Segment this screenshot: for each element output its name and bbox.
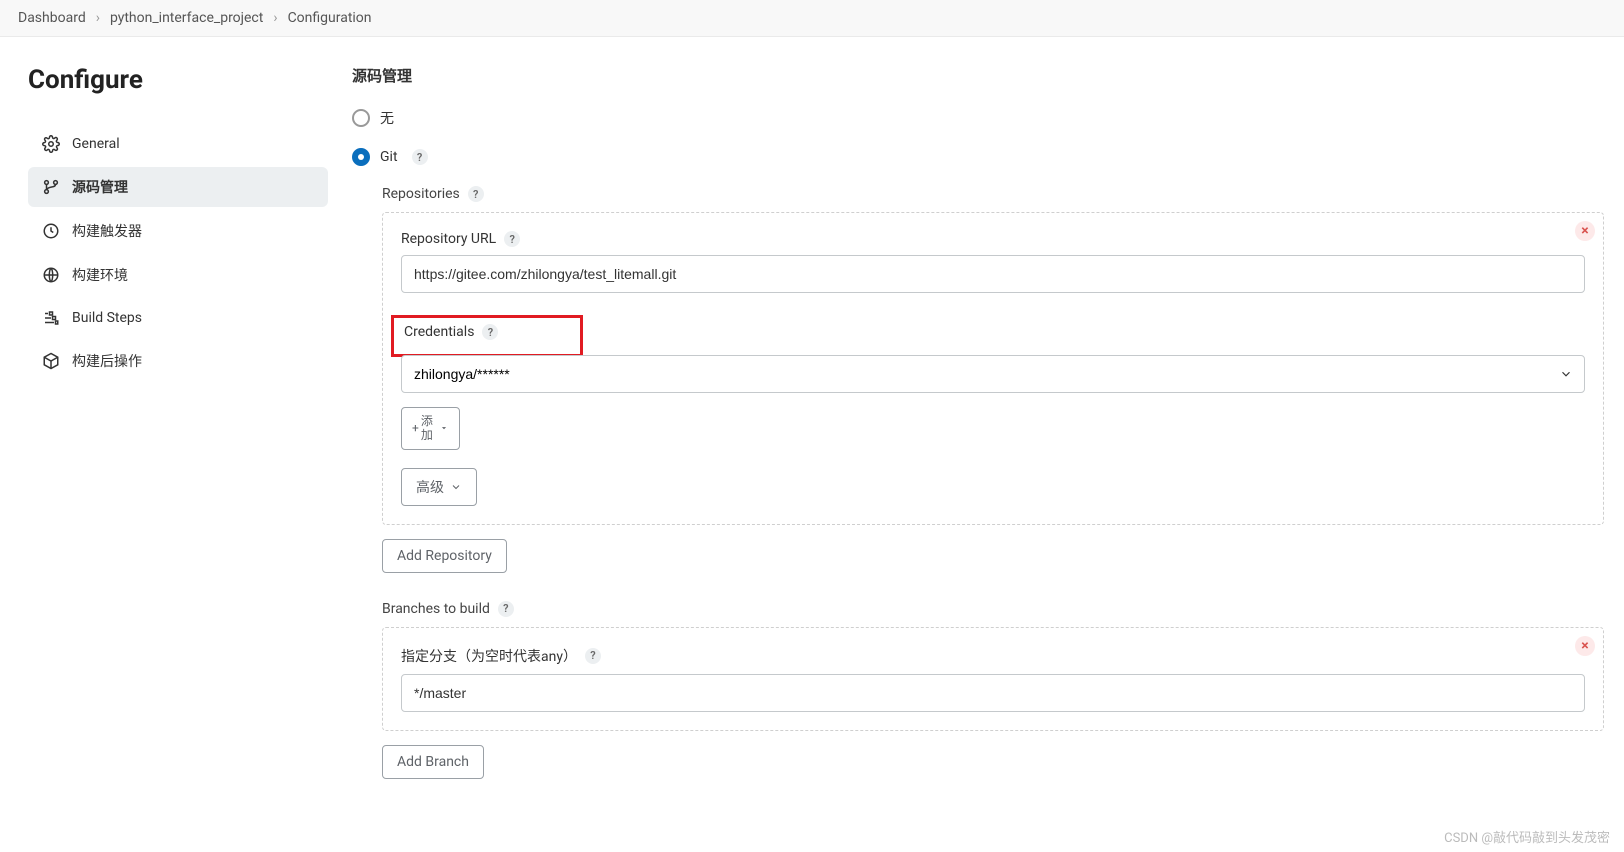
help-icon[interactable]: ? xyxy=(468,186,484,202)
sidenav-label: 构建后操作 xyxy=(72,351,142,371)
help-icon[interactable]: ? xyxy=(504,231,520,247)
help-icon[interactable]: ? xyxy=(498,601,514,617)
breadcrumb-link[interactable]: Dashboard xyxy=(18,10,86,26)
sidenav-label: General xyxy=(72,136,120,152)
branch-entry: × 指定分支（为空时代表any） ? xyxy=(382,627,1604,731)
breadcrumb: Dashboard › python_interface_project › C… xyxy=(0,0,1624,37)
advanced-button[interactable]: 高级 xyxy=(401,468,477,506)
label-text: 指定分支（为空时代表any） xyxy=(401,646,577,666)
section-title-scm: 源码管理 xyxy=(352,65,1604,86)
credentials-select[interactable]: zhilongya/****** xyxy=(401,355,1585,393)
remove-branch-button[interactable]: × xyxy=(1575,636,1595,656)
sidenav-label: 源码管理 xyxy=(72,177,128,197)
branch-icon xyxy=(42,178,60,196)
watermark: CSDN @敲代码敲到头发茂密 xyxy=(1444,827,1610,846)
add-branch-button[interactable]: Add Branch xyxy=(382,745,484,779)
branch-spec-label: 指定分支（为空时代表any） ? xyxy=(401,646,1585,666)
sidenav-item-scm[interactable]: 源码管理 xyxy=(28,167,328,207)
add-label-1: 添 xyxy=(421,414,433,428)
add-label-2: 加 xyxy=(421,428,433,442)
gear-icon xyxy=(42,135,60,153)
branches-label: Branches to build ? xyxy=(382,601,1604,617)
steps-icon xyxy=(42,309,60,327)
add-repository-button[interactable]: Add Repository xyxy=(382,539,507,573)
breadcrumb-link[interactable]: python_interface_project xyxy=(110,10,263,26)
help-icon[interactable]: ? xyxy=(412,149,428,165)
sidenav-label: 构建环境 xyxy=(72,265,128,285)
button-label: Add Repository xyxy=(397,548,492,564)
sidenav-item-steps[interactable]: Build Steps xyxy=(28,299,328,337)
breadcrumb-link[interactable]: Configuration xyxy=(288,10,372,26)
radio-scm-git[interactable]: Git ? xyxy=(352,148,1604,166)
clock-icon xyxy=(42,222,60,240)
repositories-label: Repositories ? xyxy=(382,186,1604,202)
configure-sidenav: General 源码管理 构建触发器 构建环境 xyxy=(28,125,328,381)
label-text: Repository URL xyxy=(401,231,496,247)
radio-icon xyxy=(352,109,370,127)
chevron-down-icon xyxy=(450,481,462,493)
sidenav-label: Build Steps xyxy=(72,310,142,326)
radio-icon xyxy=(352,148,370,166)
label-text: Credentials xyxy=(404,324,474,340)
repo-url-label: Repository URL ? xyxy=(401,231,1585,247)
package-icon xyxy=(42,352,60,370)
repository-url-input[interactable] xyxy=(401,255,1585,293)
sidenav-item-general[interactable]: General xyxy=(28,125,328,163)
sidenav-label: 构建触发器 xyxy=(72,221,142,241)
credentials-label: Credentials ? xyxy=(404,324,570,340)
help-icon[interactable]: ? xyxy=(585,648,601,664)
radio-scm-none[interactable]: 无 xyxy=(352,108,1604,128)
globe-icon xyxy=(42,266,60,284)
label-text: Branches to build xyxy=(382,601,490,617)
caret-down-icon xyxy=(439,423,449,433)
credentials-highlight: Credentials ? xyxy=(391,315,583,357)
branch-specifier-input[interactable] xyxy=(401,674,1585,712)
radio-label: 无 xyxy=(380,108,394,128)
sidenav-item-env[interactable]: 构建环境 xyxy=(28,255,328,295)
repository-entry: × Repository URL ? Credentials ? zhilong… xyxy=(382,212,1604,525)
radio-label: Git xyxy=(380,149,398,165)
sidenav-item-post[interactable]: 构建后操作 xyxy=(28,341,328,381)
button-label: Add Branch xyxy=(397,754,469,770)
add-credentials-button[interactable]: + 添 加 xyxy=(401,407,460,450)
help-icon[interactable]: ? xyxy=(482,324,498,340)
page-title: Configure xyxy=(28,65,328,95)
button-label: 高级 xyxy=(416,477,444,497)
chevron-right-icon: › xyxy=(96,10,100,26)
plus-icon: + xyxy=(412,421,419,435)
label-text: Repositories xyxy=(382,186,460,202)
sidenav-item-triggers[interactable]: 构建触发器 xyxy=(28,211,328,251)
remove-repository-button[interactable]: × xyxy=(1575,221,1595,241)
chevron-right-icon: › xyxy=(273,10,277,26)
